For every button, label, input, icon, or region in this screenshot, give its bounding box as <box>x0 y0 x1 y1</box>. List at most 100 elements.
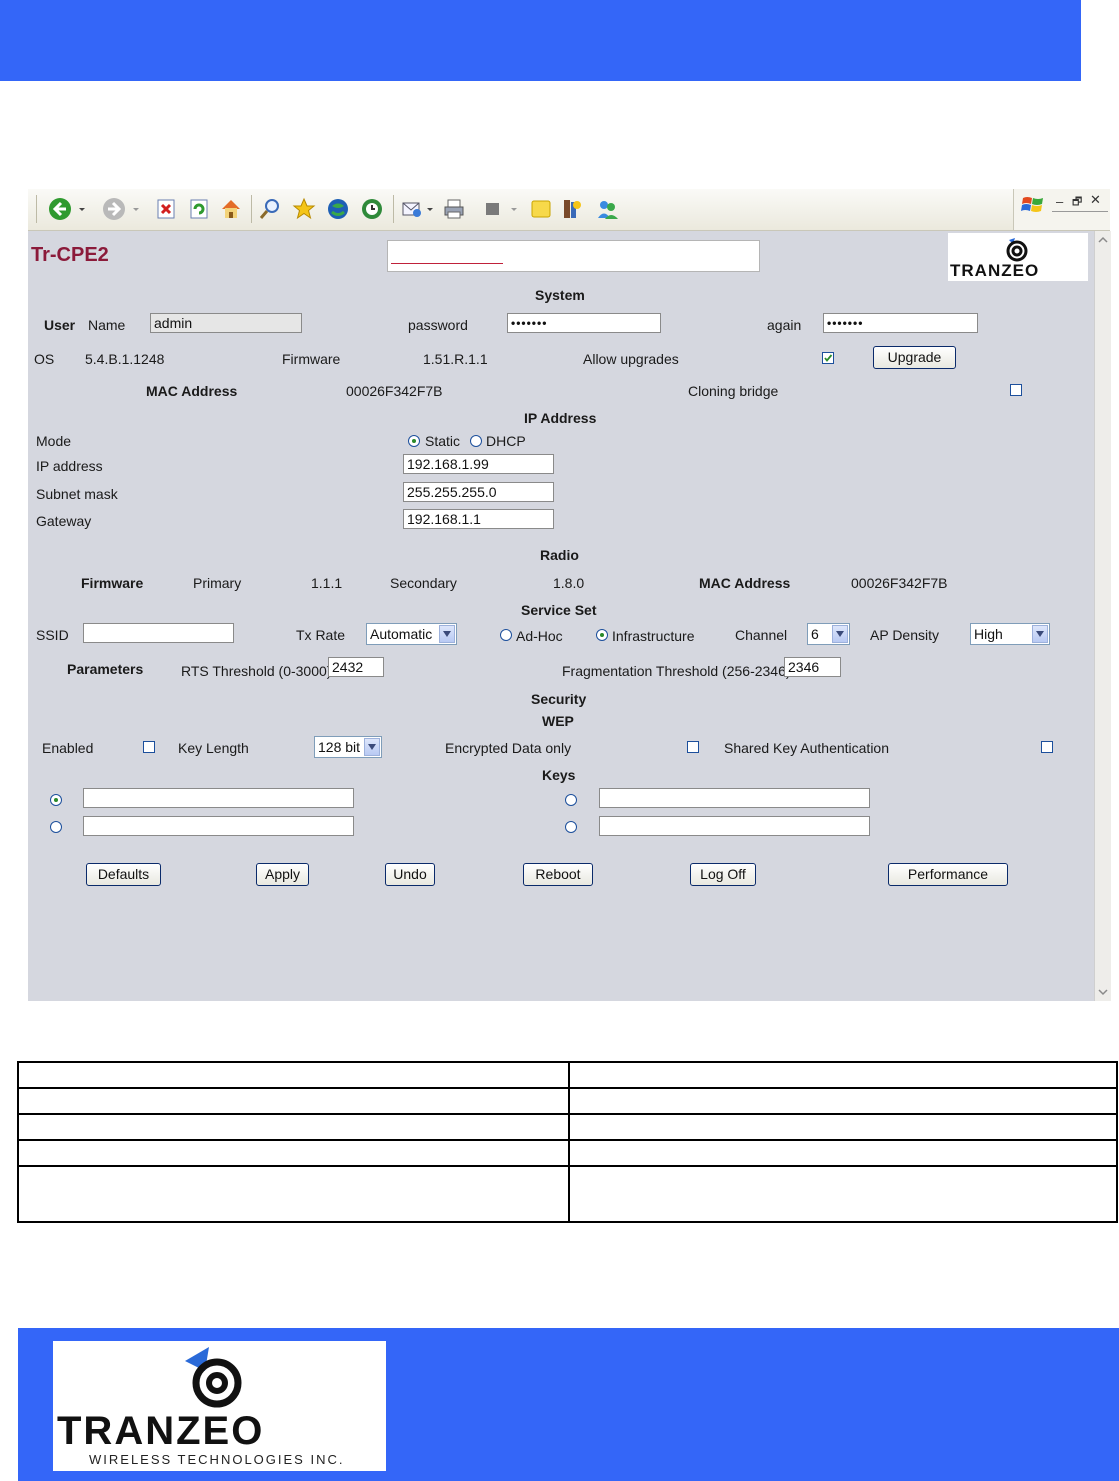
forward-icon[interactable] <box>102 197 126 221</box>
back-icon[interactable] <box>48 197 72 221</box>
scroll-down-icon[interactable] <box>1097 987 1109 997</box>
edit-dropdown-icon[interactable] <box>510 197 518 221</box>
footer-logo-text: TRANZEO <box>57 1409 265 1453</box>
table-row <box>17 1087 1118 1115</box>
key-4-field[interactable] <box>599 816 870 836</box>
mode-static-radio[interactable] <box>408 435 420 447</box>
forward-dropdown-icon[interactable] <box>132 197 140 221</box>
performance-button[interactable]: Performance <box>888 863 1008 886</box>
shared-key-checkbox[interactable] <box>1041 741 1053 753</box>
table-cell <box>568 1087 1118 1115</box>
chevron-down-icon[interactable] <box>832 625 848 643</box>
mail-dropdown-icon[interactable] <box>426 197 434 221</box>
ip-address-heading: IP Address <box>524 410 597 426</box>
password-again-label: again <box>767 317 802 333</box>
scroll-up-icon[interactable] <box>1097 235 1109 245</box>
apply-button[interactable]: Apply <box>256 863 309 886</box>
allow-upgrades-checkbox[interactable] <box>822 352 834 364</box>
history-icon[interactable] <box>360 197 384 221</box>
chevron-down-icon[interactable] <box>364 738 380 756</box>
table-cell <box>17 1139 570 1167</box>
messenger-icon[interactable] <box>596 197 620 221</box>
browser-toolbar: – 🗗 ✕ <box>28 189 1110 231</box>
print-icon[interactable] <box>442 197 466 221</box>
os-value: 5.4.B.1.1248 <box>85 351 165 367</box>
close-icon[interactable]: ✕ <box>1090 192 1101 208</box>
user-label: User <box>44 317 76 333</box>
infrastructure-label: Infrastructure <box>612 628 695 644</box>
key-1-field[interactable] <box>83 788 354 808</box>
adhoc-label: Ad-Hoc <box>516 628 563 644</box>
key-1-radio[interactable] <box>50 794 62 806</box>
chevron-down-icon[interactable] <box>1032 625 1048 643</box>
key-4-radio[interactable] <box>565 821 577 833</box>
edit-icon[interactable] <box>481 197 505 221</box>
mode-label: Mode <box>36 433 72 449</box>
mode-dhcp-radio[interactable] <box>470 435 482 447</box>
refresh-icon[interactable] <box>187 197 211 221</box>
encrypted-only-label: Encrypted Data only <box>445 740 572 756</box>
search-icon[interactable] <box>258 197 282 221</box>
tranzeo-swirl-icon <box>185 1347 242 1408</box>
firmware-value: 1.51.R.1.1 <box>423 351 488 367</box>
minimize-icon[interactable]: – <box>1056 194 1063 209</box>
ssid-field[interactable] <box>83 623 234 643</box>
encrypted-only-checkbox[interactable] <box>687 741 699 753</box>
key-3-field[interactable] <box>83 816 354 836</box>
upgrade-button[interactable]: Upgrade <box>873 346 956 369</box>
tx-rate-select[interactable]: Automatic <box>366 623 457 645</box>
back-dropdown-icon[interactable] <box>78 197 86 221</box>
stop-icon[interactable] <box>154 197 178 221</box>
restore-icon[interactable]: 🗗 <box>1072 193 1082 212</box>
subnet-mask-field[interactable]: 255.255.255.0 <box>403 482 554 502</box>
rts-threshold-field[interactable]: 2432 <box>328 657 384 677</box>
channel-label: Channel <box>735 627 788 643</box>
vertical-scrollbar[interactable] <box>1094 231 1111 1001</box>
header-logo: TRANZEO <box>948 233 1088 281</box>
wep-enabled-checkbox[interactable] <box>143 741 155 753</box>
key-length-select[interactable]: 128 bit <box>314 736 382 758</box>
table-row <box>17 1165 1118 1223</box>
system-heading: System <box>535 287 585 303</box>
defaults-button[interactable]: Defaults <box>86 863 161 886</box>
gateway-field[interactable]: 192.168.1.1 <box>403 509 554 529</box>
table-cell <box>568 1113 1118 1141</box>
security-heading: Security <box>531 691 587 707</box>
mode-static-label: Static <box>425 433 461 449</box>
password-field[interactable]: ••••••• <box>507 313 661 333</box>
cloning-bridge-label: Cloning bridge <box>688 383 779 399</box>
window-divider <box>1052 211 1108 212</box>
ip-address-label: IP address <box>36 458 103 474</box>
adhoc-radio[interactable] <box>500 629 512 641</box>
fragmentation-threshold-field[interactable]: 2346 <box>784 657 841 677</box>
password-again-field[interactable]: ••••••• <box>823 313 978 333</box>
header-logo-text: TRANZEO <box>950 261 1040 280</box>
key-2-field[interactable] <box>599 788 870 808</box>
table-cell <box>568 1165 1118 1223</box>
infrastructure-radio[interactable] <box>596 629 608 641</box>
reboot-button[interactable]: Reboot <box>523 863 593 886</box>
os-label: OS <box>34 351 55 367</box>
password-label: password <box>408 317 468 333</box>
media-icon[interactable] <box>326 197 350 221</box>
favorites-icon[interactable] <box>292 197 316 221</box>
key-3-radio[interactable] <box>50 821 62 833</box>
research-icon[interactable] <box>560 197 584 221</box>
allow-upgrades-label: Allow upgrades <box>583 351 679 367</box>
discuss-icon[interactable] <box>529 197 553 221</box>
log-off-button[interactable]: Log Off <box>690 863 756 886</box>
chevron-down-icon[interactable] <box>439 625 455 643</box>
key-2-radio[interactable] <box>565 794 577 806</box>
table-row <box>17 1061 1118 1089</box>
radio-secondary-label: Secondary <box>390 575 457 591</box>
ap-density-select[interactable]: High <box>970 623 1050 645</box>
undo-button[interactable]: Undo <box>385 863 435 886</box>
cloning-bridge-checkbox[interactable] <box>1010 384 1022 396</box>
home-icon[interactable] <box>219 197 243 221</box>
username-field[interactable]: admin <box>150 313 302 333</box>
checkmark-icon <box>824 354 833 362</box>
ip-address-field[interactable]: 192.168.1.99 <box>403 454 554 474</box>
mail-icon[interactable] <box>400 197 424 221</box>
channel-select[interactable]: 6 <box>807 623 850 645</box>
radio-secondary-value: 1.8.0 <box>553 575 585 591</box>
